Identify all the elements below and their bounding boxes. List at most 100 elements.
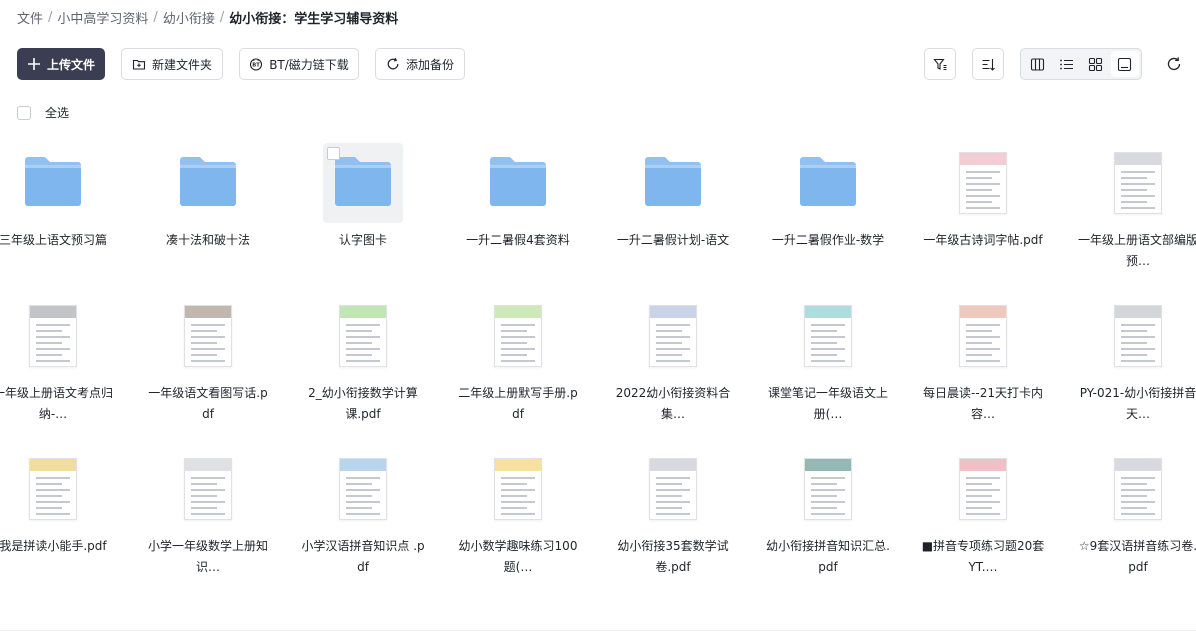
item-name: 凑十法和破十法 xyxy=(165,233,250,247)
item-thumbnail[interactable] xyxy=(13,449,93,529)
pdf-preview-icon xyxy=(339,458,387,520)
thumbnail-icon xyxy=(1117,57,1132,71)
item-thumbnail[interactable] xyxy=(633,143,713,223)
filter-icon xyxy=(932,58,946,70)
item-thumbnail[interactable] xyxy=(13,143,93,223)
item-thumbnail[interactable] xyxy=(943,296,1023,376)
item-thumbnail[interactable] xyxy=(943,449,1023,529)
item-thumbnail[interactable] xyxy=(323,296,403,376)
item-thumbnail[interactable] xyxy=(788,143,868,223)
item-name: 一年级上册语文考点归纳-… xyxy=(0,386,113,421)
breadcrumb-separator: / xyxy=(48,9,53,25)
file-item[interactable]: 2_幼小衔接数学计算课.pdf xyxy=(293,296,433,436)
file-item[interactable]: 一年级古诗词字帖.pdf xyxy=(913,143,1053,283)
item-thumbnail[interactable] xyxy=(1098,449,1178,529)
item-name: 一年级古诗词字帖.pdf xyxy=(923,233,1043,247)
file-item[interactable]: PY-021-幼小衔接拼音天… xyxy=(1068,296,1196,436)
refresh-icon xyxy=(1167,57,1181,71)
file-item[interactable]: ☆9套汉语拼音练习卷.pdf xyxy=(1068,449,1196,589)
item-thumbnail[interactable] xyxy=(168,296,248,376)
folder-item[interactable]: 三年级上语文预习篇 xyxy=(0,143,123,283)
folder-item[interactable]: 一升二暑假计划-语文 xyxy=(603,143,743,283)
file-item[interactable]: 课堂笔记一年级语文上册(… xyxy=(758,296,898,436)
sort-button[interactable] xyxy=(972,48,1004,80)
breadcrumb-item-kindergarten[interactable]: 幼小衔接 xyxy=(163,8,215,27)
new-folder-button[interactable]: 新建文件夹 xyxy=(121,48,223,80)
view-grid-option[interactable] xyxy=(1082,51,1110,77)
file-item[interactable]: 幼小衔接35套数学试卷.pdf xyxy=(603,449,743,589)
file-item[interactable]: 幼小数学趣味练习100题(… xyxy=(448,449,588,589)
upload-button-label: 上传文件 xyxy=(46,57,95,72)
view-list-option[interactable] xyxy=(1053,51,1081,77)
item-checkbox[interactable] xyxy=(327,147,340,160)
file-item[interactable]: 二年级上册默写手册.pdf xyxy=(448,296,588,436)
file-item[interactable]: 一年级上册语文考点归纳-… xyxy=(0,296,123,436)
item-name: ■拼音专项练习题20套YT.… xyxy=(921,539,1045,574)
folder-item[interactable]: 凑十法和破十法 xyxy=(138,143,278,283)
file-item[interactable]: 小学一年级数学上册知识… xyxy=(138,449,278,589)
item-thumbnail[interactable] xyxy=(633,449,713,529)
item-thumbnail[interactable] xyxy=(943,143,1023,223)
pdf-preview-icon xyxy=(184,305,232,367)
select-all-row: 全选 xyxy=(17,104,69,121)
bottom-divider xyxy=(0,630,1196,631)
bt-download-button[interactable]: BT BT/磁力链下载 xyxy=(239,48,359,80)
item-thumbnail[interactable] xyxy=(633,296,713,376)
view-thumbnail-option[interactable] xyxy=(1110,51,1139,77)
breadcrumb-item-study-materials[interactable]: 小中高学习资料 xyxy=(57,8,148,27)
file-item[interactable]: 一年级上册语文部编版预… xyxy=(1068,143,1196,283)
item-thumbnail[interactable] xyxy=(478,296,558,376)
item-thumbnail[interactable] xyxy=(168,449,248,529)
columns-icon xyxy=(1030,57,1045,71)
breadcrumb-separator: / xyxy=(153,9,158,25)
upload-button[interactable]: 上传文件 xyxy=(17,48,105,80)
item-thumbnail[interactable] xyxy=(1098,296,1178,376)
item-thumbnail[interactable] xyxy=(478,449,558,529)
item-name: 二年级上册默写手册.pdf xyxy=(458,386,578,421)
folder-item[interactable]: 一升二暑假4套资料 xyxy=(448,143,588,283)
folder-icon xyxy=(488,154,548,212)
select-all-label[interactable]: 全选 xyxy=(45,104,69,121)
filter-button[interactable] xyxy=(924,48,956,80)
pdf-preview-icon xyxy=(339,305,387,367)
item-thumbnail[interactable] xyxy=(13,296,93,376)
item-thumbnail[interactable] xyxy=(168,143,248,223)
file-item[interactable]: 幼小衔接拼音知识汇总.pdf xyxy=(758,449,898,589)
item-name: 幼小衔接拼音知识汇总.pdf xyxy=(766,539,890,574)
pdf-preview-icon xyxy=(959,458,1007,520)
select-all-checkbox[interactable] xyxy=(17,105,31,120)
file-item[interactable]: ■拼音专项练习题20套YT.… xyxy=(913,449,1053,589)
plus-icon xyxy=(27,58,40,70)
file-item[interactable]: 2022幼小衔接资料合集… xyxy=(603,296,743,436)
folder-icon xyxy=(333,154,393,212)
view-columns-option[interactable] xyxy=(1024,51,1052,77)
item-thumbnail[interactable] xyxy=(788,449,868,529)
file-item[interactable]: 一年级语文看图写话.pdf xyxy=(138,296,278,436)
breadcrumb: 文件 / 小中高学习资料 / 幼小衔接 / 幼小衔接：学生学习辅导资料 xyxy=(17,8,398,27)
pdf-preview-icon xyxy=(959,152,1007,214)
file-item[interactable]: 我是拼读小能手.pdf xyxy=(0,449,123,589)
item-name: PY-021-幼小衔接拼音天… xyxy=(1079,386,1196,421)
file-item[interactable]: 每日晨读--21天打卡内容… xyxy=(913,296,1053,436)
folder-item[interactable]: 一升二暑假作业-数学 xyxy=(758,143,898,283)
refresh-button[interactable] xyxy=(1160,48,1188,80)
item-thumbnail[interactable] xyxy=(788,296,868,376)
pdf-preview-icon xyxy=(1114,305,1162,367)
folder-item[interactable]: 认字图卡 xyxy=(293,143,433,283)
item-name: 一升二暑假4套资料 xyxy=(466,233,570,247)
item-thumbnail[interactable] xyxy=(323,449,403,529)
file-item[interactable]: 小学汉语拼音知识点 .pdf xyxy=(293,449,433,589)
new-folder-button-label: 新建文件夹 xyxy=(151,57,212,72)
bt-icon: BT xyxy=(250,58,263,71)
add-backup-button[interactable]: 添加备份 xyxy=(375,48,465,80)
pdf-preview-icon xyxy=(29,305,77,367)
item-thumbnail[interactable] xyxy=(1098,143,1178,223)
item-name: 每日晨读--21天打卡内容… xyxy=(923,386,1043,421)
list-icon xyxy=(1060,59,1073,69)
breadcrumb-item-files[interactable]: 文件 xyxy=(17,8,43,27)
item-name: 小学一年级数学上册知识… xyxy=(147,539,268,574)
item-thumbnail[interactable] xyxy=(323,143,403,223)
pdf-preview-icon xyxy=(649,305,697,367)
item-name: 课堂笔记一年级语文上册(… xyxy=(767,386,888,421)
item-thumbnail[interactable] xyxy=(478,143,558,223)
